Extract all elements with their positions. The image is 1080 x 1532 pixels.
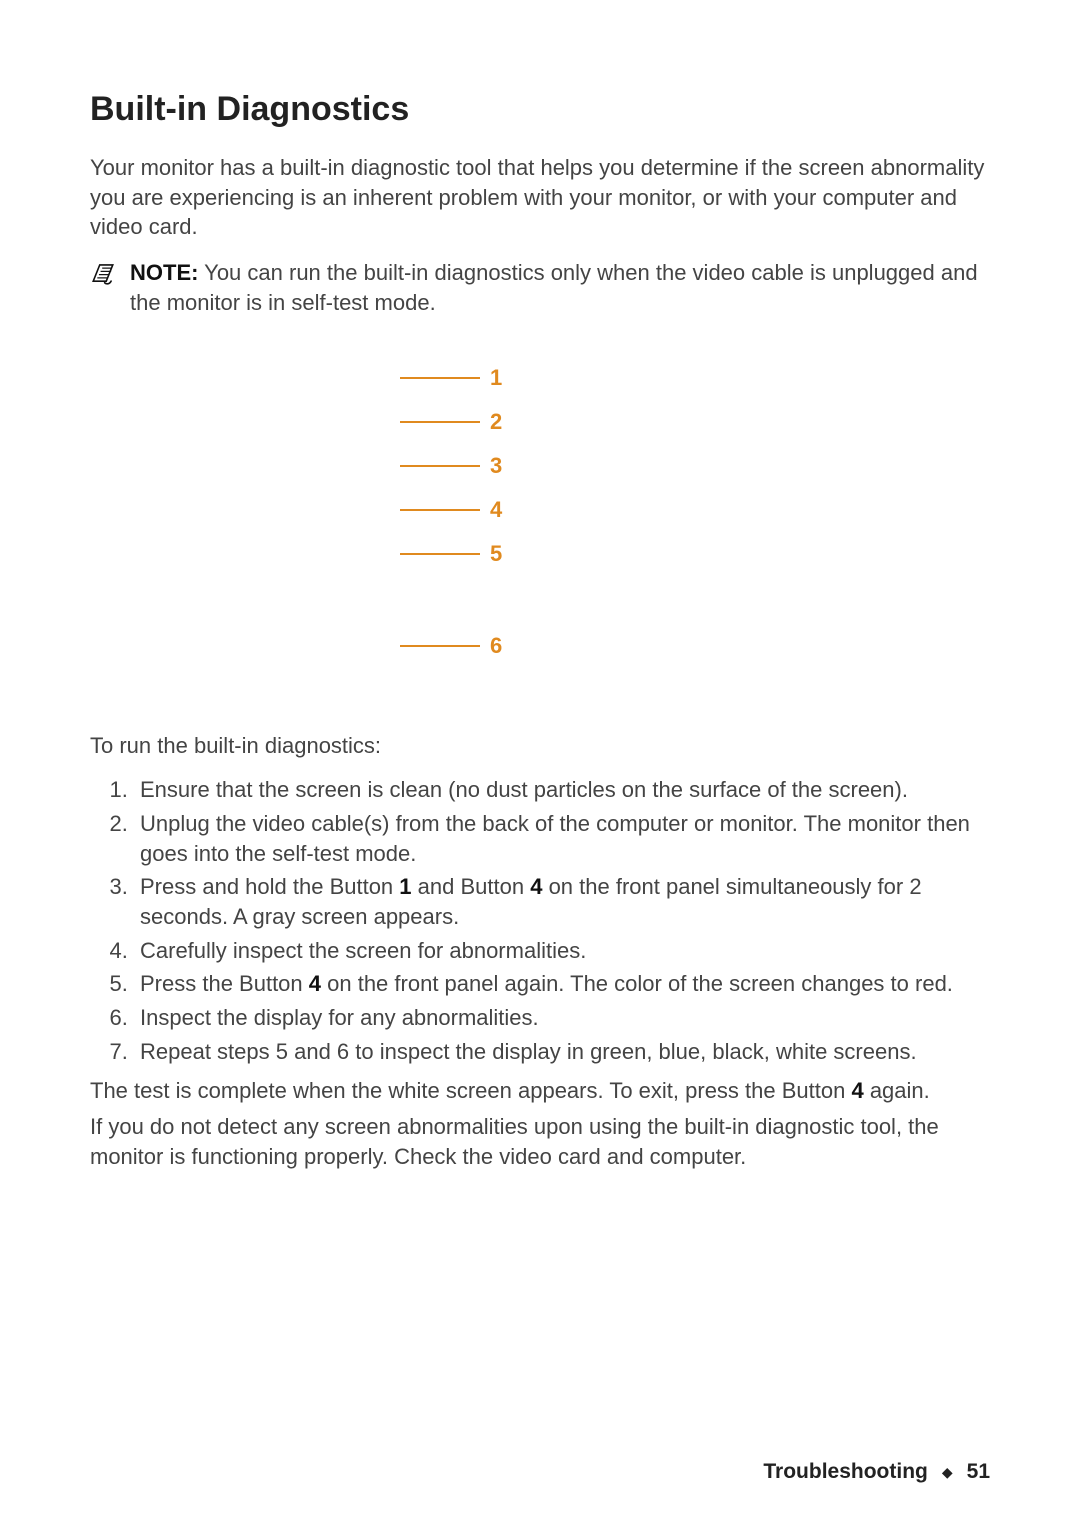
steps-lead-in: To run the built-in diagnostics: — [90, 731, 990, 761]
callout-number: 2 — [490, 409, 502, 435]
callout-number: 6 — [490, 633, 502, 659]
list-item: Unplug the video cable(s) from the back … — [134, 809, 990, 868]
diagram-callout-1: 1 — [400, 365, 502, 391]
callout-line-icon — [400, 553, 480, 555]
callout-line-icon — [400, 465, 480, 467]
callout-line-icon — [400, 645, 480, 647]
diagram-callout-5: 5 — [400, 541, 502, 567]
footer-page-number: 51 — [967, 1460, 990, 1484]
step-text: Press and hold the Button 1 and Button 4… — [140, 874, 922, 929]
diagram-callout-4: 4 — [400, 497, 502, 523]
diagram-callout-6: 6 — [400, 633, 502, 659]
callout-number: 1 — [490, 365, 502, 391]
closing-paragraph-2: If you do not detect any screen abnormal… — [90, 1112, 990, 1171]
list-item: Repeat steps 5 and 6 to inspect the disp… — [134, 1037, 990, 1067]
callout-line-icon — [400, 421, 480, 423]
note-label: NOTE: — [130, 260, 198, 285]
closing-paragraph-1: The test is complete when the white scre… — [90, 1076, 990, 1106]
document-page: Built-in Diagnostics Your monitor has a … — [0, 0, 1080, 1532]
list-item: Ensure that the screen is clean (no dust… — [134, 775, 990, 805]
step-text: Carefully inspect the screen for abnorma… — [140, 938, 586, 963]
list-item: Press the Button 4 on the front panel ag… — [134, 969, 990, 999]
diagram-callout-3: 3 — [400, 453, 502, 479]
button-diagram: 1 2 3 4 5 6 — [380, 365, 700, 685]
note-block: NOTE: You can run the built-in diagnosti… — [90, 258, 990, 317]
callout-line-icon — [400, 509, 480, 511]
callout-number: 5 — [490, 541, 502, 567]
note-text: NOTE: You can run the built-in diagnosti… — [130, 258, 990, 317]
footer-section: Troubleshooting — [763, 1460, 927, 1484]
step-text: Inspect the display for any abnormalitie… — [140, 1005, 539, 1030]
intro-paragraph: Your monitor has a built-in diagnostic t… — [90, 153, 990, 242]
page-footer: Troubleshooting ◆ 51 — [763, 1460, 990, 1484]
step-text: Unplug the video cable(s) from the back … — [140, 811, 970, 866]
step-text: Press the Button 4 on the front panel ag… — [140, 971, 953, 996]
note-icon — [90, 260, 116, 286]
list-item: Carefully inspect the screen for abnorma… — [134, 936, 990, 966]
callout-number: 4 — [490, 497, 502, 523]
callout-number: 3 — [490, 453, 502, 479]
step-text: Repeat steps 5 and 6 to inspect the disp… — [140, 1039, 917, 1064]
step-text: Ensure that the screen is clean (no dust… — [140, 777, 908, 802]
list-item: Inspect the display for any abnormalitie… — [134, 1003, 990, 1033]
diagram-callout-2: 2 — [400, 409, 502, 435]
diamond-icon: ◆ — [942, 1464, 953, 1481]
callout-line-icon — [400, 377, 480, 379]
note-body: You can run the built-in diagnostics onl… — [130, 260, 978, 315]
steps-list: Ensure that the screen is clean (no dust… — [90, 771, 990, 1070]
page-title: Built-in Diagnostics — [90, 90, 990, 129]
list-item: Press and hold the Button 1 and Button 4… — [134, 872, 990, 931]
